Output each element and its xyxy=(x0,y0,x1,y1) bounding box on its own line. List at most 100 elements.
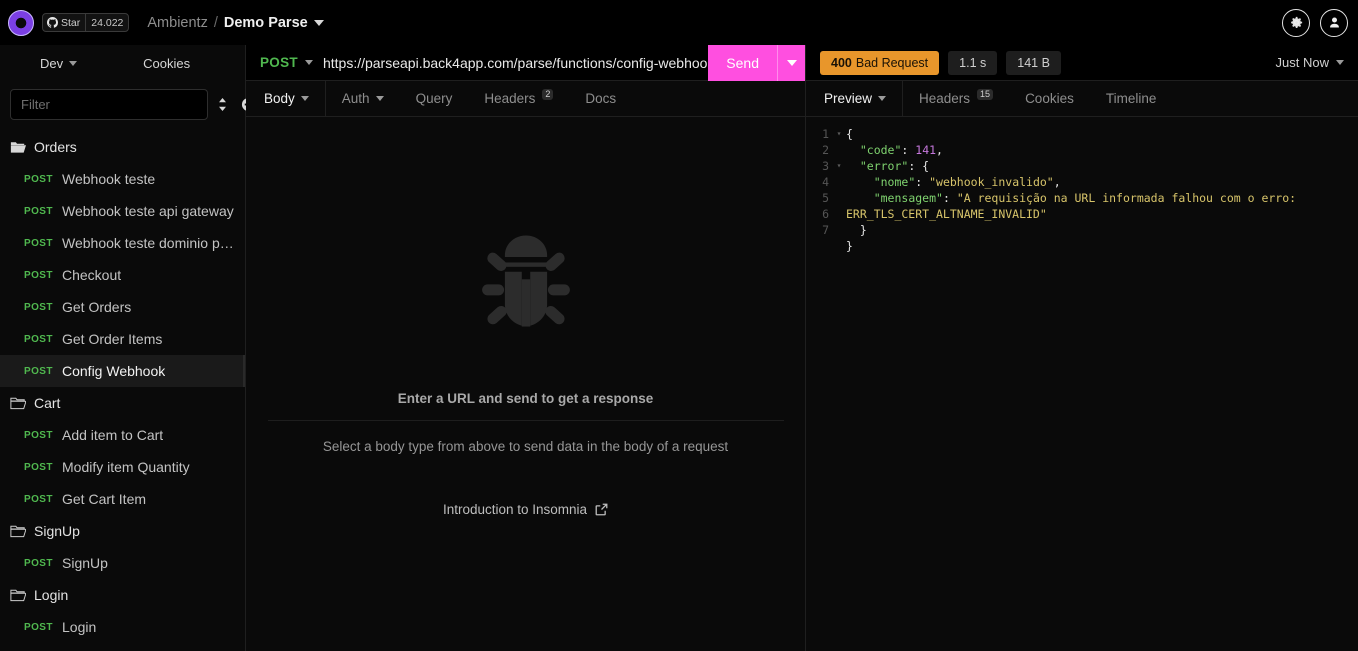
fold-toggle[interactable]: ▾ xyxy=(832,126,846,142)
folder-row[interactable]: Login xyxy=(0,579,245,611)
filter-input[interactable] xyxy=(10,88,208,120)
response-size-badge[interactable]: 141 B xyxy=(1006,50,1061,75)
request-tab-docs[interactable]: Docs xyxy=(569,81,632,116)
send-button[interactable]: Send xyxy=(708,45,777,81)
github-star-badge[interactable]: Star 24.022 xyxy=(42,13,130,32)
request-row[interactable]: POST Webhook teste api gateway xyxy=(0,195,245,227)
tab-badge: 15 xyxy=(977,89,994,100)
breadcrumb-org[interactable]: Ambientz xyxy=(147,15,207,31)
sidebar-filter-bar xyxy=(0,81,270,127)
response-history-selector[interactable]: Just Now xyxy=(1276,55,1344,70)
sidebar: Dev Cookies Orders POST Webhook teste POST W… xyxy=(0,45,270,651)
request-row[interactable]: POST Add item to Cart xyxy=(0,419,245,451)
response-tab-preview[interactable]: Preview xyxy=(806,81,904,116)
request-name: Add item to Cart xyxy=(62,427,164,443)
request-pane: POST https://parseapi.back4app.com/parse… xyxy=(246,44,806,651)
line-number: 4 xyxy=(822,175,829,189)
tab-label: Query xyxy=(415,91,453,106)
code-fold-gutter[interactable]: ▾ ▾ xyxy=(832,126,846,651)
request-name: Config Webhook xyxy=(62,363,166,379)
request-tab-body[interactable]: Body xyxy=(246,81,326,116)
request-row[interactable]: POST Webhook teste xyxy=(0,163,245,195)
json-nome-value: "webhook_invalido" xyxy=(929,175,1054,189)
cookies-button[interactable]: Cookies xyxy=(143,56,190,71)
folder-name: Login xyxy=(34,587,69,603)
introduction-link[interactable]: Introduction to Insomnia xyxy=(443,502,608,517)
folder-icon xyxy=(10,524,26,538)
folder-row[interactable]: SignUp xyxy=(0,515,245,547)
chevron-down-icon[interactable] xyxy=(313,19,324,26)
bug-icon xyxy=(481,235,570,327)
request-row[interactable]: POST Webhook teste dominio perso... xyxy=(0,227,245,259)
request-row[interactable]: POST Login xyxy=(0,611,245,643)
response-tab-headers[interactable]: Headers 15 xyxy=(903,81,1009,116)
folder-icon xyxy=(10,525,26,538)
folder-icon xyxy=(10,397,26,410)
chevron-down-icon xyxy=(878,96,887,101)
gear-icon xyxy=(1290,16,1302,29)
fold-toggle xyxy=(832,174,846,190)
fold-toggle xyxy=(832,190,846,206)
insomnia-logo xyxy=(8,9,34,36)
request-tabs[interactable]: Body Auth Query Headers 2 Docs xyxy=(246,81,805,117)
json-mensagem-key: "mensagem" xyxy=(873,191,943,205)
folder-icon xyxy=(10,589,26,602)
environment-selector[interactable]: Dev xyxy=(30,56,87,71)
chevron-down-icon xyxy=(1336,60,1344,65)
fold-toggle xyxy=(832,206,846,222)
folder-row[interactable]: Cart xyxy=(0,387,245,419)
json-error-key: "error" xyxy=(859,159,909,173)
line-number: 1 xyxy=(822,127,829,141)
line-number: 5 xyxy=(822,191,829,205)
status-badge[interactable]: 400 Bad Request xyxy=(820,50,940,75)
response-time-badge[interactable]: 1.1 s xyxy=(948,50,998,75)
sort-icon xyxy=(219,97,226,111)
account-button[interactable] xyxy=(1320,8,1348,37)
response-tab-cookies[interactable]: Cookies xyxy=(1009,81,1090,116)
method-selector[interactable]: POST xyxy=(246,55,323,70)
introduction-link-label: Introduction to Insomnia xyxy=(442,502,588,517)
request-tab-auth[interactable]: Auth xyxy=(326,81,400,116)
request-method: POST xyxy=(24,461,53,473)
request-method: POST xyxy=(24,237,53,249)
request-name: Webhook teste dominio perso... xyxy=(62,235,235,251)
line-number: 6 xyxy=(822,207,829,221)
response-tabs[interactable]: Preview Headers 15 Cookies Timeline xyxy=(806,81,1358,117)
tab-badge: 2 xyxy=(542,89,554,100)
line-number-gutter: 1 2 3 4 5 6 7 xyxy=(806,126,832,651)
request-row[interactable]: POST Modify item Quantity xyxy=(0,451,245,483)
breadcrumb[interactable]: Ambientz / Demo Parse xyxy=(147,14,324,31)
request-tab-headers[interactable]: Headers 2 xyxy=(468,81,569,116)
request-row[interactable]: POST Checkout xyxy=(0,259,245,291)
request-row[interactable]: POST SignUp xyxy=(0,547,245,579)
tab-label: Docs xyxy=(585,91,617,106)
request-row-active[interactable]: POST Config Webhook xyxy=(0,355,245,387)
bug-illustration xyxy=(472,227,580,335)
request-method: POST xyxy=(24,429,53,441)
breadcrumb-separator: / xyxy=(213,14,218,31)
folder-name: Cart xyxy=(34,395,61,411)
request-tab-query[interactable]: Query xyxy=(400,81,469,116)
send-button-group: Send xyxy=(708,44,805,81)
line-number: 7 xyxy=(822,223,829,237)
json-nome-key: "nome" xyxy=(873,175,916,189)
sort-button[interactable] xyxy=(216,93,229,115)
request-tree[interactable]: Orders POST Webhook teste POST Webhook teste… xyxy=(0,127,245,651)
tab-label: Timeline xyxy=(1105,91,1157,106)
main-area: Dev Cookies Orders POST Webhook teste POST W… xyxy=(0,44,1358,651)
tab-label: Cookies xyxy=(1025,91,1074,106)
fold-toggle[interactable]: ▾ xyxy=(832,158,846,174)
url-input[interactable]: https://parseapi.back4app.com/parse/func… xyxy=(323,55,708,71)
response-body-viewer[interactable]: 1234567 ▾ ▾ { "code": 141, "error": { "no… xyxy=(806,117,1358,651)
folder-row[interactable]: Orders xyxy=(0,131,245,163)
settings-button[interactable] xyxy=(1282,8,1310,37)
response-tab-timeline[interactable]: Timeline xyxy=(1090,81,1173,116)
request-row[interactable]: POST Get Orders xyxy=(0,291,245,323)
request-row[interactable]: POST Get Order Items xyxy=(0,323,245,355)
tab-label: Preview xyxy=(824,91,873,106)
breadcrumb-workspace[interactable]: Demo Parse xyxy=(224,15,308,31)
request-method: POST xyxy=(24,301,53,313)
send-options-button[interactable] xyxy=(777,44,805,81)
request-row[interactable]: POST Get Cart Item xyxy=(0,483,245,515)
line-number: 2 xyxy=(822,143,829,157)
